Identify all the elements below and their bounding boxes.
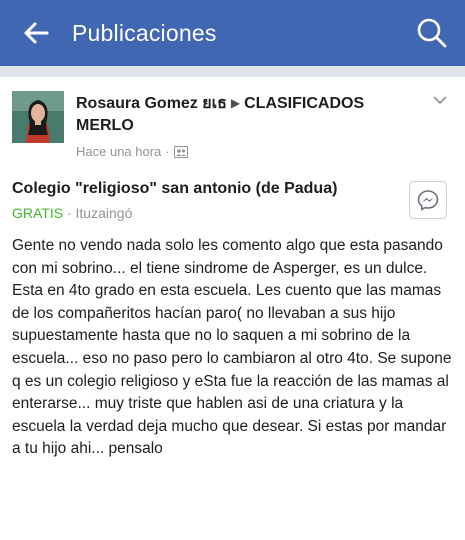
feed-divider bbox=[0, 66, 465, 77]
listing-price: GRATIS bbox=[12, 205, 64, 221]
page-title: Publicaciones bbox=[72, 19, 217, 46]
back-button[interactable] bbox=[6, 0, 66, 66]
messenger-icon bbox=[417, 190, 439, 211]
arrow-left-icon bbox=[24, 22, 49, 44]
message-seller-button[interactable] bbox=[409, 181, 447, 219]
post-meta: Hace una hora · bbox=[76, 144, 188, 159]
avatar-image bbox=[12, 91, 64, 143]
listing-title[interactable]: Colegio "religioso" san antonio (de Padu… bbox=[12, 180, 402, 198]
meta-separator: · bbox=[165, 144, 170, 159]
post-body: Gente no vendo nada solo les comento alg… bbox=[12, 237, 452, 458]
search-button[interactable] bbox=[411, 12, 453, 54]
avatar[interactable] bbox=[12, 91, 64, 143]
group-icon bbox=[173, 145, 188, 158]
post-card: Rosaura Gomez ยเธ ▶ CLASIFICADOS MERLO Hac… bbox=[0, 77, 465, 540]
post-options-button[interactable] bbox=[429, 89, 451, 111]
chevron-down-icon bbox=[433, 96, 447, 105]
triangle-right-icon: ▶ bbox=[230, 96, 241, 110]
listing-location: Ituzaingó bbox=[75, 205, 133, 221]
listing-separator: · bbox=[66, 205, 72, 221]
post-author-line: Rosaura Gomez ยเธ ▶ CLASIFICADOS MERLO bbox=[76, 93, 426, 136]
listing-details: GRATIS · Ituzaingó bbox=[12, 205, 132, 221]
search-icon bbox=[417, 18, 447, 48]
post-timestamp[interactable]: Hace una hora bbox=[76, 144, 161, 159]
top-bar: Publicaciones bbox=[0, 0, 465, 66]
author-name[interactable]: Rosaura Gomez ยเธ bbox=[76, 95, 227, 112]
